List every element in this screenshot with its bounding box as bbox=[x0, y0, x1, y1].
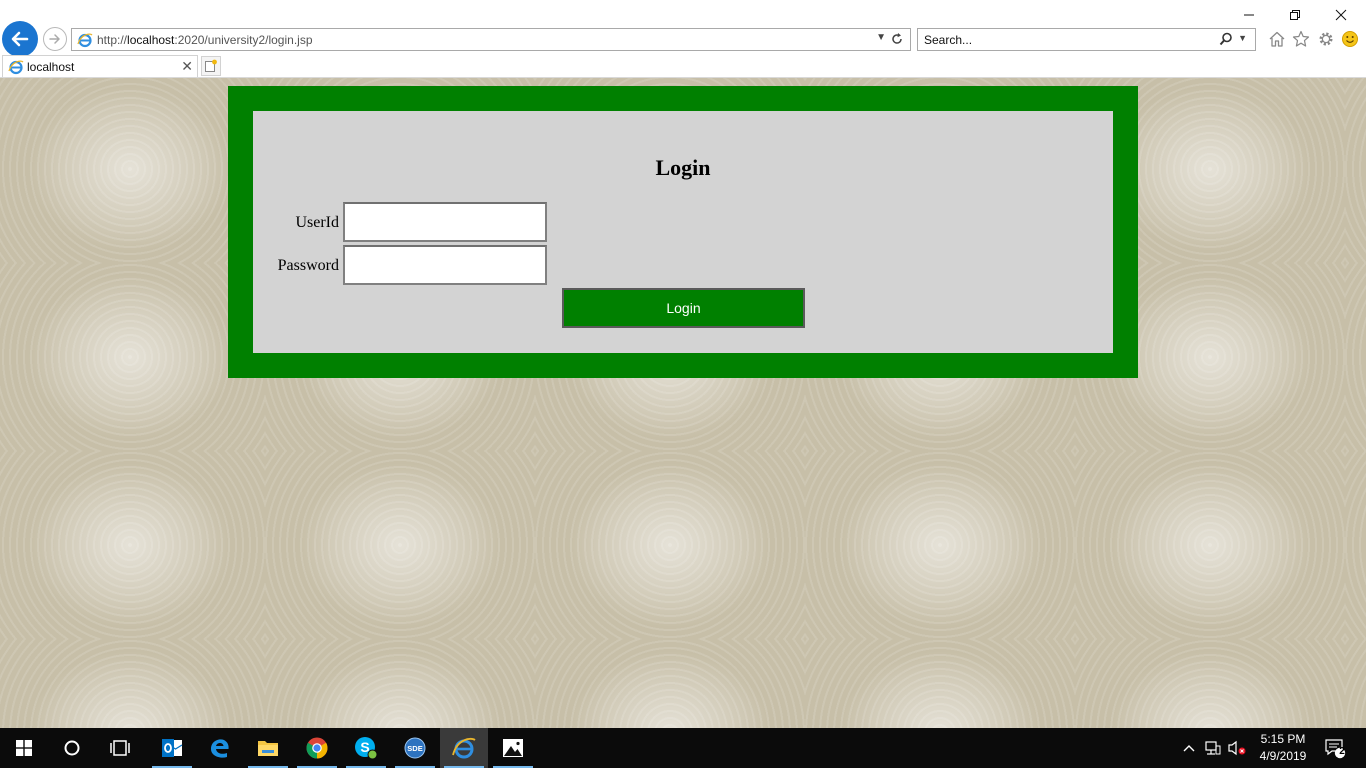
search-icon[interactable] bbox=[1219, 32, 1233, 51]
browser-chrome: http://localhost:2020/university2/login.… bbox=[0, 0, 1366, 78]
clock[interactable]: 5:15 PM 4/9/2019 bbox=[1252, 731, 1314, 765]
cortana-button[interactable] bbox=[48, 728, 96, 768]
taskbar-outlook[interactable] bbox=[148, 728, 196, 768]
address-url: http://localhost:2020/university2/login.… bbox=[97, 33, 313, 47]
skype-icon: S bbox=[355, 737, 378, 760]
taskbar-edge[interactable] bbox=[196, 728, 244, 768]
internet-explorer-icon bbox=[452, 737, 476, 759]
cortana-icon bbox=[64, 740, 80, 756]
page-background: Login UserId Password Login bbox=[0, 78, 1366, 728]
outlook-icon bbox=[162, 739, 183, 757]
restore-button[interactable] bbox=[1272, 4, 1318, 26]
volume-muted-icon[interactable] bbox=[1226, 728, 1248, 768]
taskbar-skype[interactable]: S bbox=[342, 728, 390, 768]
favorites-icon[interactable] bbox=[1292, 30, 1310, 48]
clock-date: 4/9/2019 bbox=[1259, 749, 1307, 763]
clock-time: 5:15 PM bbox=[1260, 732, 1306, 746]
close-button[interactable] bbox=[1318, 4, 1364, 26]
edge-icon bbox=[211, 739, 229, 758]
search-box[interactable]: ▼ bbox=[917, 28, 1256, 51]
password-label: Password bbox=[277, 257, 339, 274]
search-input[interactable] bbox=[920, 31, 1210, 48]
taskbar-photos[interactable] bbox=[489, 728, 537, 768]
action-center-button[interactable]: 2 bbox=[1322, 728, 1348, 768]
file-explorer-icon bbox=[258, 741, 278, 756]
taskbar-sde[interactable]: SDE bbox=[391, 728, 439, 768]
login-title: Login bbox=[655, 155, 711, 180]
back-button[interactable] bbox=[2, 21, 38, 57]
refresh-icon[interactable] bbox=[890, 32, 904, 51]
new-tab-icon bbox=[205, 59, 217, 72]
taskbar-internet-explorer[interactable] bbox=[440, 728, 488, 768]
tab-close-icon[interactable]: ✕ bbox=[181, 58, 193, 75]
login-panel: Login UserId Password Login bbox=[253, 111, 1113, 353]
notification-count: 2 bbox=[1339, 746, 1345, 757]
tab-title: localhost bbox=[27, 60, 75, 74]
login-frame: Login UserId Password Login bbox=[228, 86, 1138, 378]
back-icon bbox=[11, 31, 29, 47]
ie-icon bbox=[77, 32, 93, 53]
network-icon[interactable] bbox=[1202, 728, 1224, 768]
search-dropdown-icon[interactable]: ▼ bbox=[1238, 33, 1247, 43]
task-view-button[interactable] bbox=[96, 728, 144, 768]
new-tab-button[interactable] bbox=[201, 56, 221, 76]
windows-start-icon bbox=[16, 740, 32, 756]
taskbar-chrome[interactable] bbox=[293, 728, 341, 768]
forward-button[interactable] bbox=[43, 27, 67, 51]
tab-localhost[interactable]: localhost ✕ bbox=[2, 55, 198, 78]
settings-icon[interactable] bbox=[1317, 30, 1335, 48]
task-view-icon bbox=[110, 740, 130, 756]
minimize-button[interactable] bbox=[1226, 4, 1272, 26]
smiley-icon[interactable] bbox=[1341, 30, 1359, 48]
userid-input[interactable] bbox=[343, 202, 547, 242]
taskbar-file-explorer[interactable] bbox=[244, 728, 292, 768]
sde-icon: SDE bbox=[404, 737, 426, 759]
userid-label: UserId bbox=[295, 214, 339, 231]
svg-text:SDE: SDE bbox=[407, 744, 422, 753]
chrome-icon bbox=[306, 737, 328, 759]
taskbar: S SDE 5:15 PM 4/9/2019 2 bbox=[0, 728, 1366, 768]
forward-icon bbox=[49, 34, 60, 44]
password-input[interactable] bbox=[343, 245, 547, 285]
address-bar[interactable]: http://localhost:2020/university2/login.… bbox=[71, 28, 911, 51]
address-dropdown-icon[interactable]: ▼ bbox=[876, 32, 886, 43]
photos-icon bbox=[503, 739, 523, 757]
chevron-up-icon[interactable] bbox=[1180, 728, 1198, 768]
home-icon[interactable] bbox=[1268, 30, 1286, 48]
login-button[interactable]: Login bbox=[562, 288, 805, 328]
start-button[interactable] bbox=[0, 728, 48, 768]
